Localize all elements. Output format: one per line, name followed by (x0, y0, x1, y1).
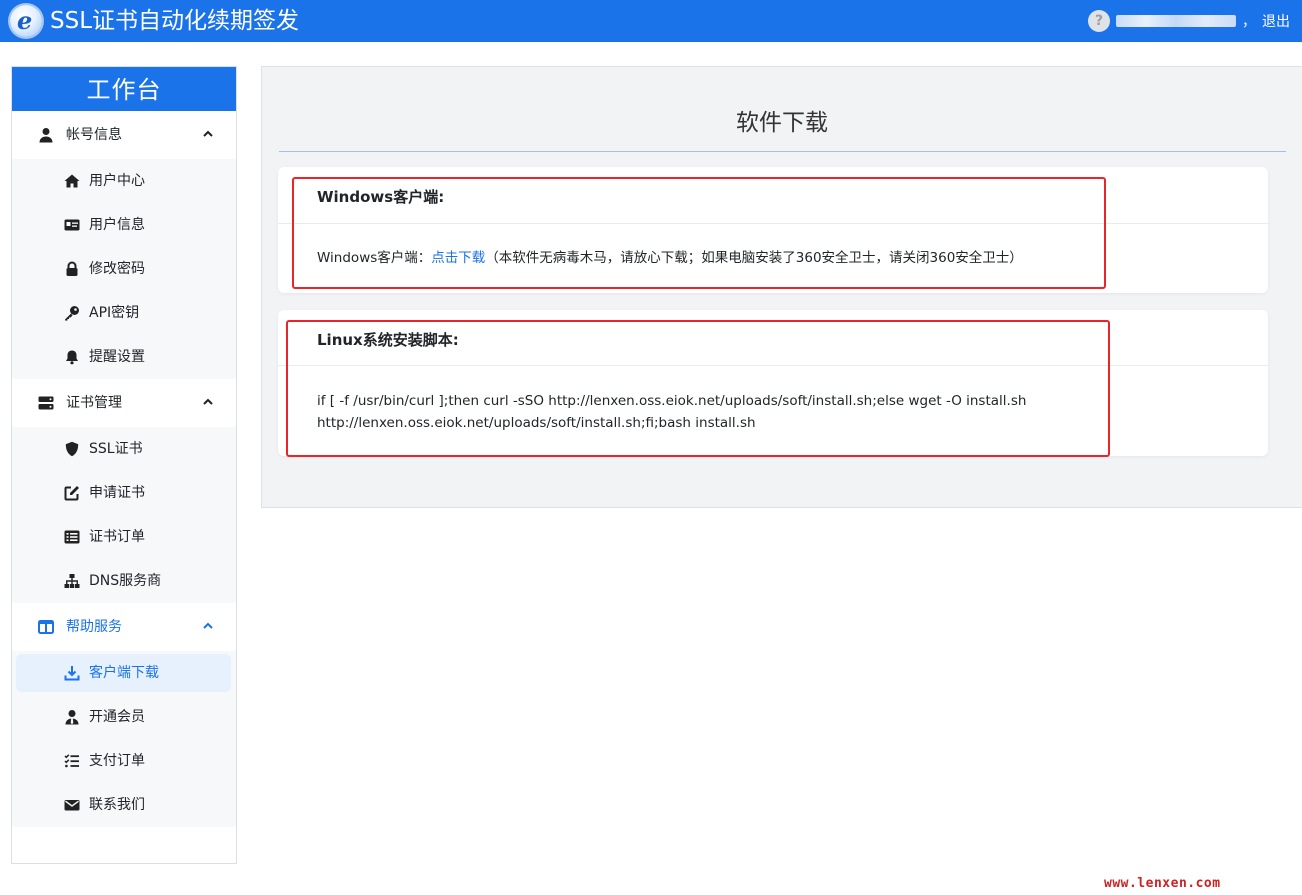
sidebar-group-label: 证书管理 (66, 395, 122, 411)
sidebar-item-label: API密钥 (89, 305, 140, 321)
sidebar-item-label: SSL证书 (89, 441, 143, 457)
sidebar-group-label: 帐号信息 (66, 127, 122, 143)
watermark: www.lenxen.com (1104, 876, 1221, 891)
logo-icon: e (10, 5, 42, 37)
sidebar-group-certificates[interactable]: 证书管理 (12, 379, 236, 427)
chevron-up-icon[interactable] (202, 620, 214, 632)
sidebar-item-user-center[interactable]: 用户中心 (12, 159, 236, 203)
sidebar-item-dns-providers[interactable]: DNS服务商 (12, 559, 236, 603)
chevron-up-icon[interactable] (202, 128, 214, 140)
lock-icon (66, 261, 78, 276)
sitemap-icon (64, 574, 80, 588)
app-title: SSL证书自动化续期签发 (50, 8, 300, 34)
columns-icon (38, 620, 54, 634)
sidebar-item-certificate-orders[interactable]: 证书订单 (12, 515, 236, 559)
sidebar-group-account[interactable]: 帐号信息 (12, 111, 236, 159)
sidebar: 工作台 帐号信息 用户中心 用户信息 修改密码 API密钥 提醒设置 证书管理 (11, 66, 237, 864)
sidebar-item-apply-certificate[interactable]: 申请证书 (12, 471, 236, 515)
sidebar-item-label: 开通会员 (89, 709, 145, 725)
chevron-up-icon[interactable] (202, 396, 214, 408)
sidebar-item-label: 用户中心 (89, 173, 145, 189)
sidebar-item-client-download[interactable]: 客户端下载 (12, 651, 236, 695)
sidebar-item-label: 联系我们 (89, 797, 145, 813)
sidebar-item-label: 用户信息 (89, 217, 145, 233)
sidebar-item-contact-us[interactable]: 联系我们 (12, 783, 236, 827)
sidebar-title: 工作台 (12, 67, 236, 111)
sidebar-item-ssl-certificates[interactable]: SSL证书 (12, 427, 236, 471)
user-tie-icon (65, 710, 79, 725)
key-icon (65, 306, 79, 321)
envelope-icon (64, 800, 80, 811)
sidebar-item-label: 修改密码 (89, 261, 145, 277)
download-icon (64, 666, 80, 681)
user-separator: ， (1242, 14, 1256, 30)
logout-link[interactable]: 退出 (1262, 11, 1290, 31)
title-divider (279, 151, 1286, 152)
checklist-icon (64, 754, 79, 768)
avatar[interactable]: ? (1088, 10, 1110, 32)
sidebar-item-label: 客户端下载 (89, 665, 159, 681)
sidebar-item-change-password[interactable]: 修改密码 (12, 247, 236, 291)
highlight-box-windows (292, 177, 1106, 289)
blurred-username[interactable] (1116, 15, 1236, 27)
sidebar-group-help[interactable]: 帮助服务 (12, 603, 236, 651)
page-title: 软件下载 (736, 110, 828, 136)
sidebar-group-label: 帮助服务 (66, 619, 122, 635)
server-icon (38, 396, 54, 410)
sidebar-item-membership[interactable]: 开通会员 (12, 695, 236, 739)
sidebar-item-payment-orders[interactable]: 支付订单 (12, 739, 236, 783)
bell-icon (66, 350, 78, 365)
top-navbar: e SSL证书自动化续期签发 ? ， 退出 (0, 0, 1302, 42)
highlight-box-linux (286, 320, 1110, 457)
id-card-icon (64, 219, 80, 231)
user-icon (39, 128, 53, 143)
sidebar-item-user-info[interactable]: 用户信息 (12, 203, 236, 247)
user-menu: ? ， 退出 (1088, 8, 1290, 34)
sidebar-item-label: 提醒设置 (89, 349, 145, 365)
edit-icon (64, 486, 79, 501)
sidebar-item-api-key[interactable]: API密钥 (12, 291, 236, 335)
list-icon (64, 530, 80, 544)
sidebar-item-reminder-settings[interactable]: 提醒设置 (12, 335, 236, 379)
home-icon (64, 174, 80, 188)
sidebar-item-label: 证书订单 (89, 529, 145, 545)
sidebar-item-label: 支付订单 (89, 753, 145, 769)
sidebar-item-label: DNS服务商 (89, 573, 162, 589)
sidebar-item-label: 申请证书 (89, 485, 145, 501)
shield-icon (65, 441, 79, 457)
